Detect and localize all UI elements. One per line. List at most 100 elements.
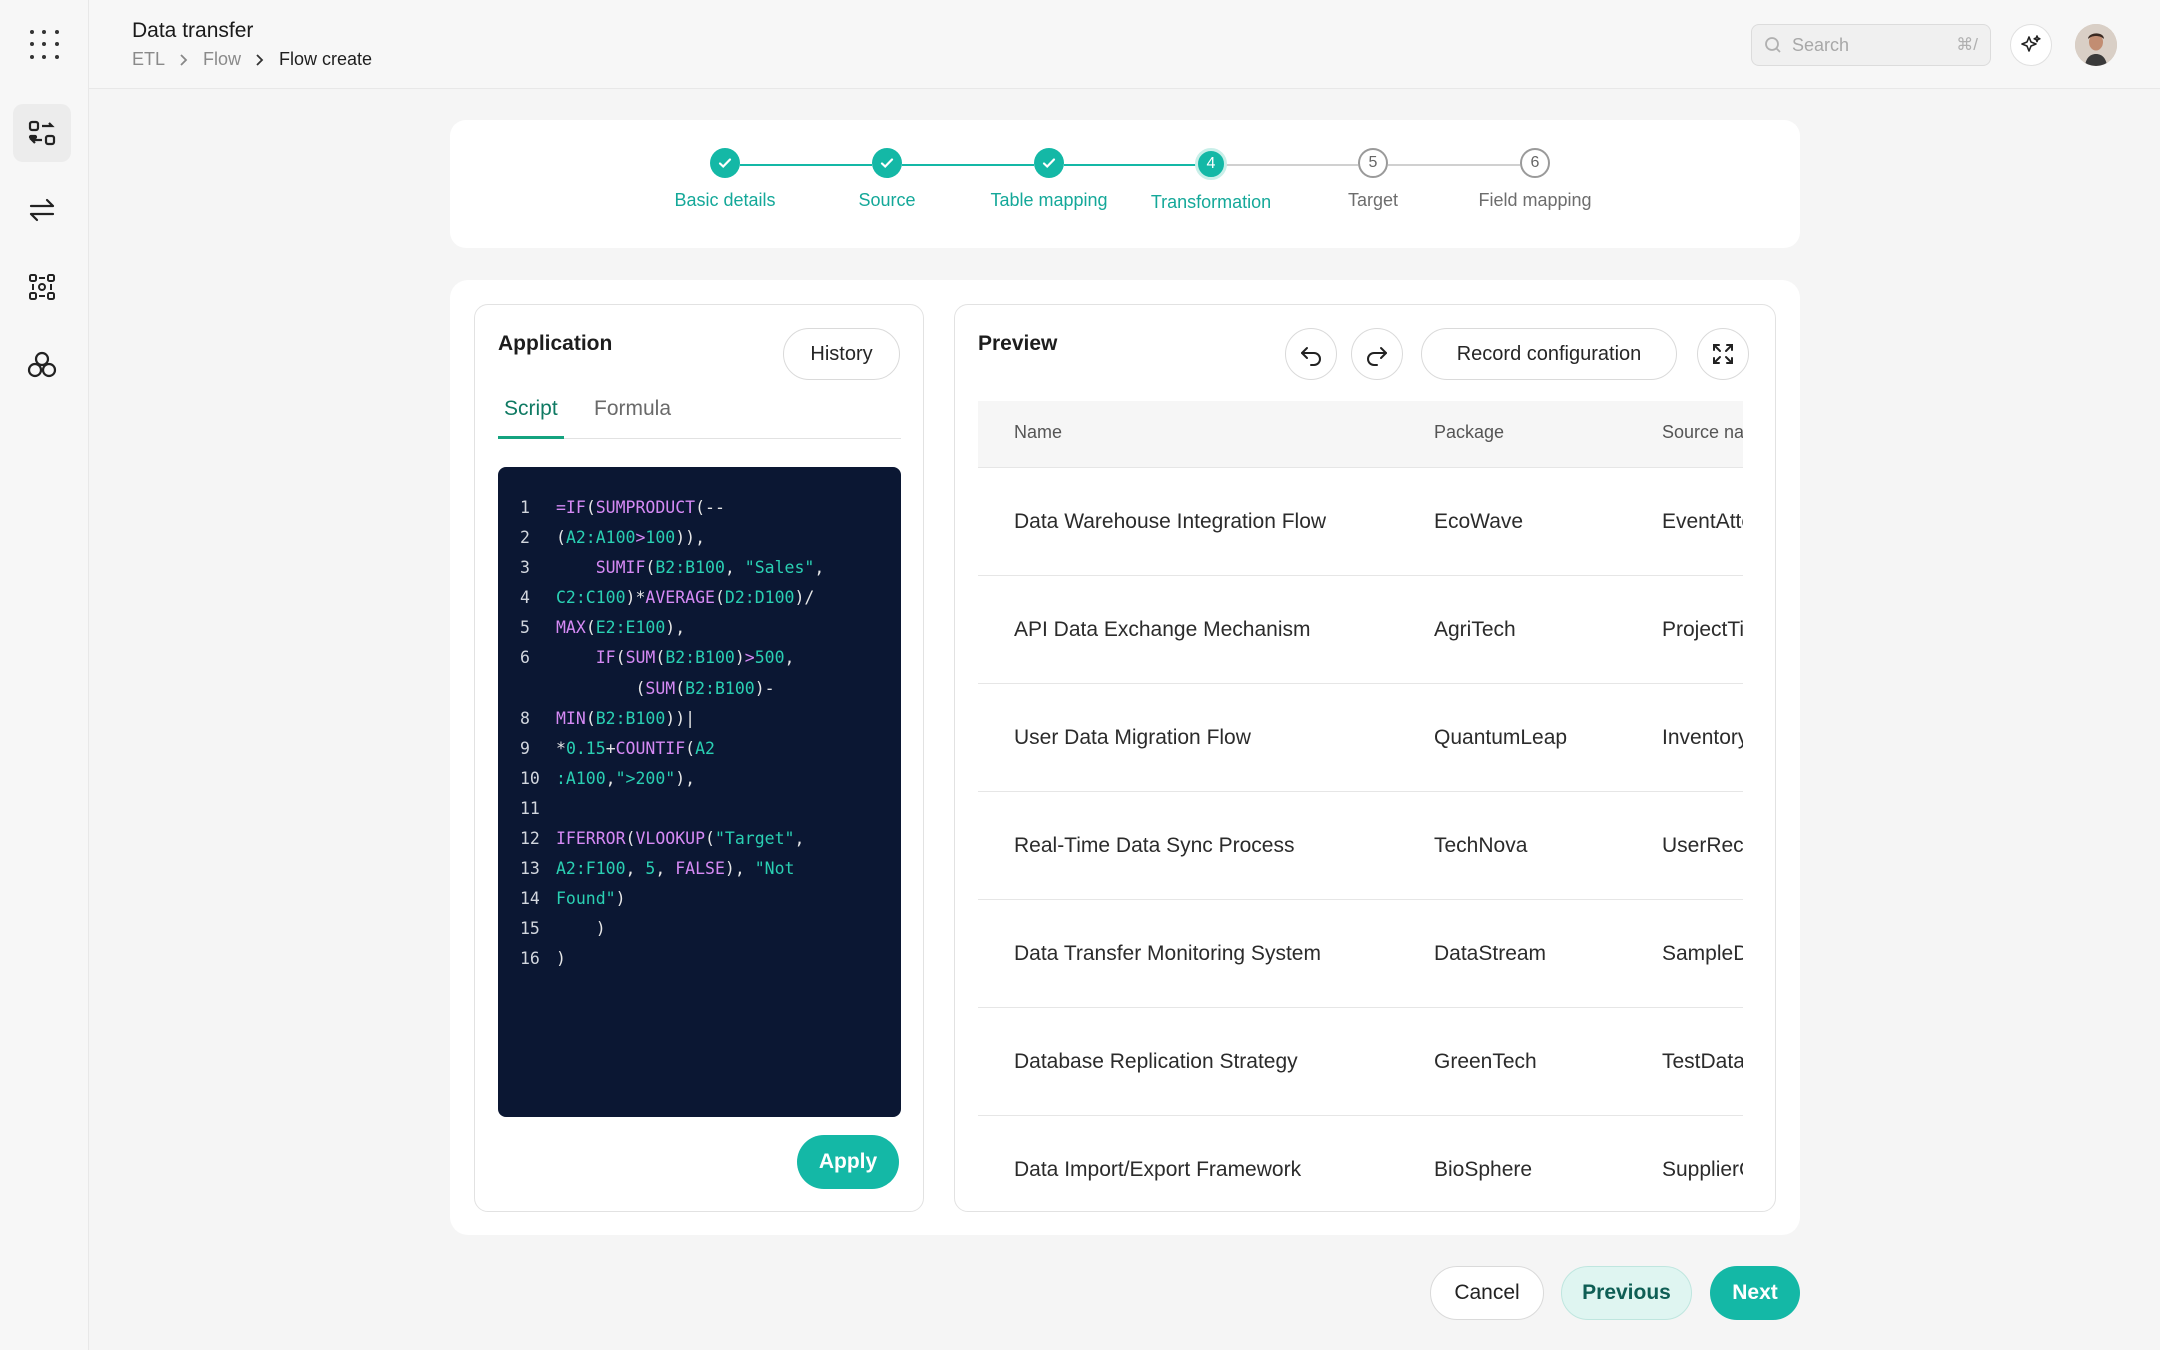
step-number: 6 <box>1520 148 1550 178</box>
step-basic-details[interactable]: Basic details <box>645 148 805 211</box>
sidebar-item-data-transfer[interactable] <box>13 104 71 162</box>
table-header: Name Package Source na <box>978 401 1743 468</box>
preview-panel: Preview Record configuration Name Packag… <box>954 304 1776 1212</box>
previous-button[interactable]: Previous <box>1561 1266 1692 1320</box>
sidebar <box>0 0 89 1350</box>
step-label: Basic details <box>674 190 776 210</box>
step-label: Field mapping <box>1478 190 1592 210</box>
table-row[interactable]: Real-Time Data Sync Process TechNova Use… <box>978 792 1743 900</box>
breadcrumb-item-etl[interactable]: ETL <box>132 49 165 70</box>
sidebar-item-transfers[interactable] <box>13 181 71 239</box>
next-button[interactable]: Next <box>1710 1266 1800 1320</box>
breadcrumb: ETL Flow Flow create <box>132 49 372 70</box>
cell-package: GreenTech <box>1434 1050 1537 1073</box>
search-placeholder: Search <box>1792 34 1850 55</box>
code-line: 9 *0.15+COUNTIF(A2 <box>520 738 715 758</box>
step-target[interactable]: 5 Target <box>1293 148 1453 211</box>
step-label: Transformation <box>1150 192 1272 212</box>
avatar[interactable] <box>2075 24 2117 66</box>
step-label: Target <box>1347 190 1399 210</box>
column-header-package[interactable]: Package <box>1434 422 1504 443</box>
search-icon <box>1765 37 1781 53</box>
cell-name: Data Transfer Monitoring System <box>1014 942 1321 965</box>
step-table-mapping[interactable]: Table mapping <box>969 148 1129 211</box>
cancel-button[interactable]: Cancel <box>1430 1266 1544 1320</box>
sidebar-item-modules[interactable] <box>13 336 71 394</box>
cell-package: BioSphere <box>1434 1158 1533 1181</box>
chevron-right-icon <box>256 53 264 66</box>
cell-source-name: SampleD <box>1662 942 1743 965</box>
search-shortcut: ⌘/ <box>1956 35 1978 54</box>
code-line: 4 C2:C100)*AVERAGE(D2:D100)/ <box>520 588 815 608</box>
table-row[interactable]: API Data Exchange Mechanism AgriTech Pro… <box>978 576 1743 684</box>
code-line: 5 MAX(E2:E100), <box>520 618 686 638</box>
code-line: (SUM(B2:B100)- <box>635 678 775 698</box>
step-transformation[interactable]: 4 Transformation <box>1131 148 1291 213</box>
hexagon-cluster-icon <box>27 351 57 378</box>
cell-source-name: ProjectTi <box>1662 618 1743 641</box>
step-label: Table mapping <box>990 190 1108 210</box>
app-launcher-icon[interactable] <box>30 30 60 60</box>
code-line: 8 MIN(B2:B100))| <box>520 708 696 728</box>
transformation-card: Application History Script Formula 1 =IF(… <box>450 280 1800 1235</box>
check-icon <box>710 148 740 178</box>
data-transfer-icon <box>28 120 56 146</box>
table-row[interactable]: User Data Migration Flow QuantumLeap Inv… <box>978 684 1743 792</box>
cell-name: Data Warehouse Integration Flow <box>1014 510 1327 533</box>
step-field-mapping[interactable]: 6 Field mapping <box>1455 148 1615 211</box>
breadcrumb-item-current: Flow create <box>279 49 373 69</box>
step-source[interactable]: Source <box>807 148 967 211</box>
application-title: Application <box>498 332 613 355</box>
step-number: 4 <box>1195 148 1227 180</box>
column-header-name[interactable]: Name <box>1014 422 1062 443</box>
code-line: 16) <box>520 949 566 969</box>
table-row[interactable]: Database Replication Strategy GreenTech … <box>978 1008 1743 1116</box>
code-line: 11 <box>520 798 540 818</box>
step-number: 5 <box>1358 148 1388 178</box>
ai-assistant-button[interactable] <box>2010 24 2052 66</box>
code-line: 2 (A2:A100>100)), <box>520 528 706 548</box>
code-line: 13 A2:F100, 5, FALSE), "Not <box>520 859 795 879</box>
code-line: 15 ) <box>520 919 606 939</box>
cell-package: EcoWave <box>1434 510 1524 533</box>
code-line: 6 IF(SUM(B2:B100)>500, <box>520 648 795 668</box>
chevron-right-icon <box>180 53 188 66</box>
code-line: 3 SUMIF(B2:B100, "Sales", <box>520 558 825 578</box>
sparkle-icon <box>2021 35 2041 52</box>
tab-script[interactable]: Script <box>498 397 564 439</box>
page-title: Data transfer <box>132 19 254 42</box>
check-icon <box>1034 148 1064 178</box>
search-input[interactable]: Search ⌘/ <box>1751 24 1991 66</box>
cell-source-name: SupplierC <box>1662 1158 1743 1181</box>
cell-name: Real-Time Data Sync Process <box>1014 834 1295 857</box>
script-formula-tabs: Script Formula <box>498 397 901 439</box>
top-header: Data transfer ETL Flow Flow create Searc… <box>89 0 2160 89</box>
preview-table: Name Package Source na Data Warehouse In… <box>955 305 1743 1211</box>
table-row[interactable]: Data Transfer Monitoring System DataStre… <box>978 900 1743 1008</box>
step-label: Source <box>858 190 916 210</box>
column-header-source-name[interactable]: Source na <box>1662 422 1743 443</box>
breadcrumb-item-flow[interactable]: Flow <box>203 49 241 70</box>
cell-name: Database Replication Strategy <box>1014 1050 1298 1073</box>
swap-arrows-icon <box>29 198 55 222</box>
table-row[interactable]: Data Import/Export Framework BioSphere S… <box>978 1116 1743 1211</box>
check-icon <box>872 148 902 178</box>
cell-name: API Data Exchange Mechanism <box>1014 618 1311 641</box>
apply-button[interactable]: Apply <box>797 1135 899 1189</box>
stepper: Basic details Source Table mapping 4 Tra… <box>450 120 1800 248</box>
tab-formula[interactable]: Formula <box>594 397 671 439</box>
table-row[interactable]: Data Warehouse Integration Flow EcoWave … <box>978 468 1743 576</box>
history-button[interactable]: History <box>783 328 900 380</box>
code-editor[interactable]: 1 =IF(SUMPRODUCT(-- 2 (A2:A100>100)), 3 SU… <box>498 467 901 1117</box>
cell-package: DataStream <box>1434 942 1547 965</box>
sidebar-item-workflows[interactable] <box>13 258 71 316</box>
code-line: 14 Found") <box>520 889 626 909</box>
cell-package: TechNova <box>1434 834 1528 857</box>
application-panel: Application History Script Formula 1 =IF(… <box>474 304 924 1212</box>
code-line: 10:A100,">200"), <box>520 768 696 788</box>
workflow-grid-icon <box>29 274 55 300</box>
cell-source-name: UserReco <box>1662 834 1743 857</box>
cell-name: User Data Migration Flow <box>1014 726 1251 749</box>
cell-package: QuantumLeap <box>1434 726 1568 749</box>
code-line: 1 =IF(SUMPRODUCT(-- <box>520 498 725 517</box>
